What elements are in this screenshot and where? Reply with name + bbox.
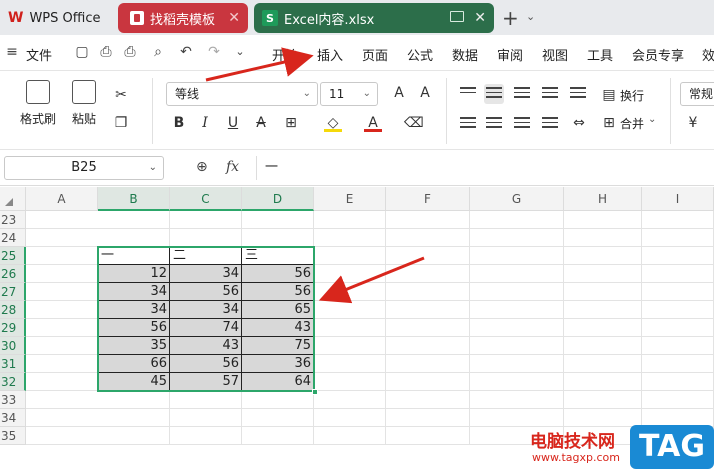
watermark: 电脑技术网 www.tagxp.com TAG <box>530 425 714 472</box>
annotation-arrow-insert <box>205 47 314 82</box>
annotation-overlay <box>205 47 425 304</box>
annotation-arrow-table <box>318 256 425 304</box>
watermark-url: www.tagxp.com <box>532 451 620 464</box>
watermark-logo: TAG <box>630 425 714 469</box>
watermark-title: 电脑技术网 <box>530 432 615 452</box>
